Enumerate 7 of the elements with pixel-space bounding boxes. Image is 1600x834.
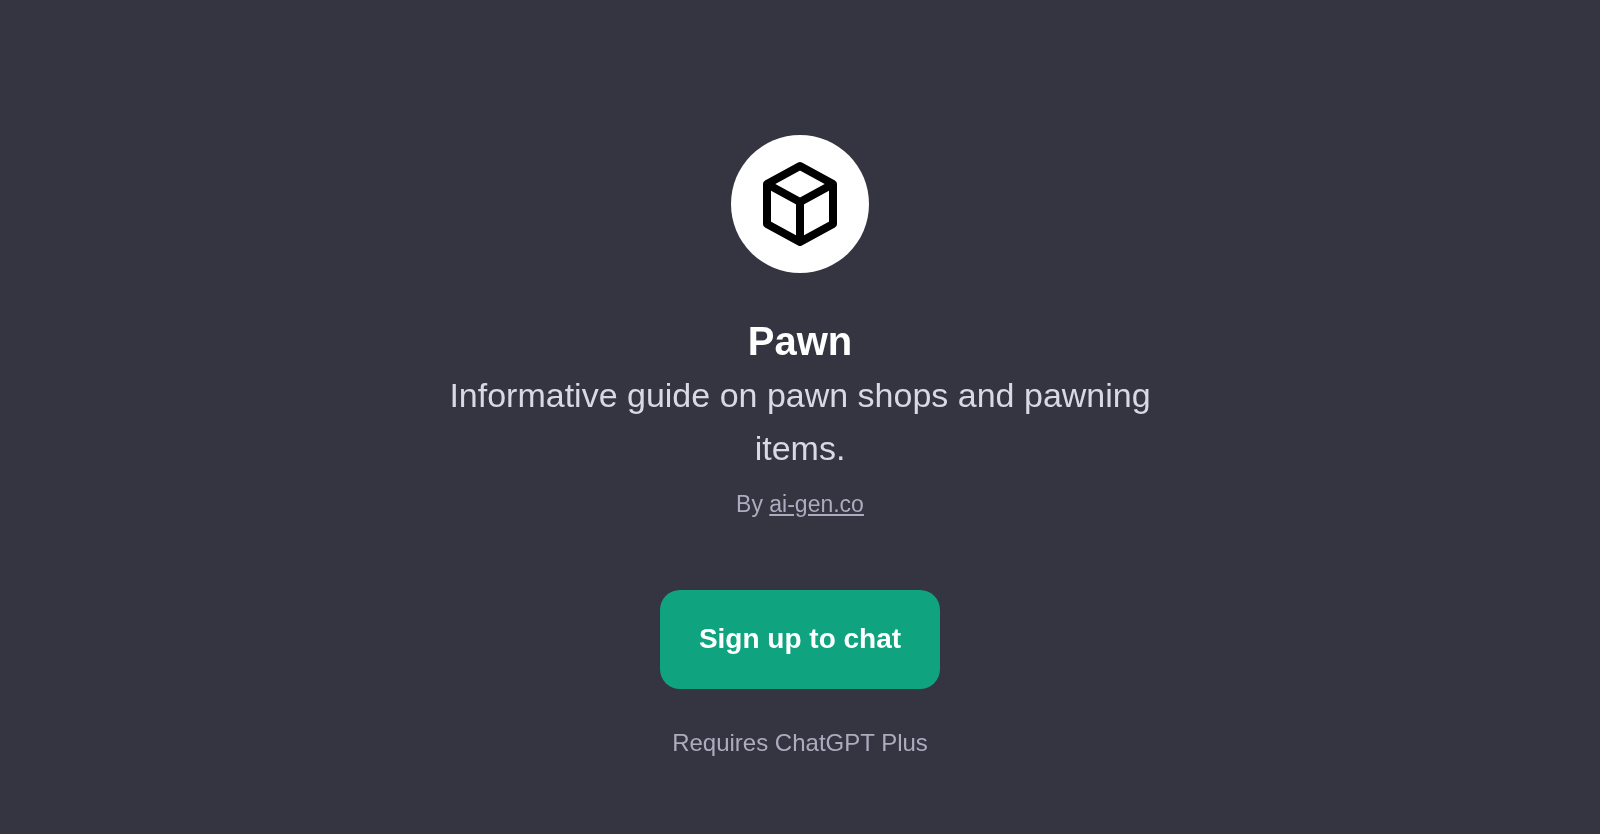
author-link[interactable]: ai-gen.co bbox=[769, 491, 864, 517]
cube-icon bbox=[761, 161, 839, 247]
requirement-note: Requires ChatGPT Plus bbox=[672, 727, 928, 758]
sign-up-button[interactable]: Sign up to chat bbox=[660, 589, 940, 689]
gpt-title: Pawn bbox=[747, 318, 853, 365]
gpt-description: Informative guide on pawn shops and pawning items. bbox=[448, 375, 1152, 469]
author-line: By ai-gen.co bbox=[736, 490, 864, 519]
